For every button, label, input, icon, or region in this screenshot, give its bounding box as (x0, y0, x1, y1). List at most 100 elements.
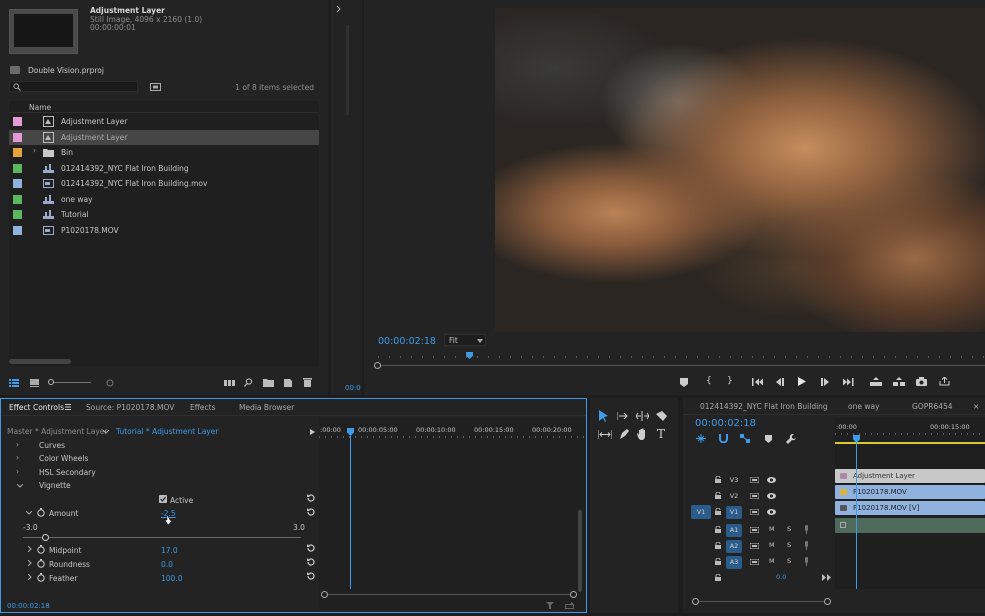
sync-lock-icon[interactable] (750, 509, 759, 515)
tab-effects[interactable]: Effects (190, 403, 216, 412)
list-view-icon[interactable] (9, 379, 19, 387)
play-icon[interactable] (798, 377, 806, 386)
stopwatch-icon[interactable] (37, 545, 45, 554)
lock-icon[interactable] (715, 508, 721, 515)
snap-icon[interactable] (719, 434, 728, 443)
label-color-swatch[interactable] (13, 179, 22, 188)
solo-button[interactable]: S (787, 541, 791, 549)
lock-icon[interactable] (715, 542, 721, 549)
amount-slider-track[interactable] (23, 537, 301, 538)
mark-out-icon[interactable]: } (727, 376, 733, 386)
lock-icon[interactable] (715, 526, 721, 533)
track-target-a3[interactable]: A3 (726, 556, 742, 569)
lock-icon[interactable] (715, 492, 721, 499)
timeline-ruler[interactable]: :00:00 00:00:15:00 (835, 423, 985, 435)
razor-icon[interactable] (656, 411, 667, 421)
stopwatch-icon[interactable] (37, 508, 45, 517)
audio-level[interactable]: 0.0 (776, 573, 786, 581)
sync-lock-icon[interactable] (750, 543, 759, 549)
nest-icon[interactable] (696, 434, 706, 443)
go-to-in-icon[interactable] (752, 378, 763, 386)
reset-icon[interactable] (306, 494, 315, 503)
track-target-v2[interactable]: V2 (726, 490, 742, 503)
label-color-swatch[interactable] (13, 117, 22, 126)
show-timeline-icon[interactable] (310, 429, 315, 435)
label-color-swatch[interactable] (13, 132, 22, 142)
mark-in-icon[interactable]: { (706, 376, 712, 386)
chevron-right-icon[interactable] (28, 546, 32, 552)
source-patch-v1[interactable]: V1 (691, 505, 711, 519)
microphone-icon[interactable] (804, 525, 809, 534)
track-target-a2[interactable]: A2 (726, 540, 742, 553)
tab-sequence-gopr[interactable]: GOPR6454 (912, 402, 953, 411)
project-item-row[interactable]: one way (9, 192, 319, 207)
lock-icon[interactable] (715, 476, 721, 483)
name-column-header[interactable]: Name (9, 101, 319, 113)
project-item-row[interactable]: › Bin (9, 145, 319, 160)
timeline-timecode[interactable]: 00:00:02:18 (695, 418, 756, 429)
search-input[interactable] (9, 81, 138, 92)
stopwatch-icon[interactable] (37, 559, 45, 568)
share-icon[interactable] (939, 377, 950, 386)
microphone-icon[interactable] (804, 541, 809, 550)
work-area-bar[interactable] (835, 442, 985, 444)
zoom-slider[interactable] (49, 382, 91, 383)
chevron-right-icon[interactable]: › (16, 440, 19, 449)
label-color-swatch[interactable] (13, 163, 22, 173)
project-item-row[interactable]: 012414392_NYC Flat Iron Building (9, 161, 319, 176)
new-search-bin-icon[interactable] (150, 82, 161, 91)
active-checkbox[interactable] (159, 495, 167, 503)
project-scrollbar[interactable] (9, 359, 71, 364)
program-timecode[interactable]: 00:00:02:18 (378, 336, 436, 347)
lock-icon[interactable] (715, 574, 721, 581)
label-color-swatch[interactable] (13, 225, 22, 235)
panel-menu-icon[interactable] (65, 404, 71, 410)
effect-timeline-scrollbar[interactable] (578, 510, 582, 592)
slip-icon[interactable] (598, 430, 612, 439)
tab-sequence-nyc[interactable]: 012414392_NYC Flat Iron Building (700, 402, 828, 411)
automate-to-sequence-icon[interactable] (224, 379, 235, 387)
export-icon[interactable] (565, 602, 574, 609)
label-color-swatch[interactable] (13, 194, 22, 204)
pen-icon[interactable] (619, 429, 629, 440)
panel-expand-chevron-icon[interactable] (336, 5, 342, 13)
track-target-v3[interactable]: V3 (726, 474, 742, 487)
icon-view-icon[interactable] (30, 379, 39, 387)
extract-icon[interactable] (893, 377, 905, 386)
chevron-down-icon[interactable] (26, 511, 32, 515)
chevron-right-icon[interactable]: › (16, 453, 19, 462)
zoom-bar-handle[interactable] (824, 598, 831, 605)
mute-button[interactable]: M (769, 541, 775, 549)
zoom-slider-handle[interactable] (48, 379, 54, 385)
selection-tool[interactable] (596, 409, 611, 423)
close-icon[interactable]: × (973, 402, 979, 411)
amount-slider-handle[interactable] (42, 534, 50, 541)
roundness-value[interactable]: 0.0 (161, 560, 173, 569)
mute-button[interactable]: M (769, 525, 775, 533)
mute-button[interactable]: M (769, 557, 775, 565)
eye-icon[interactable] (767, 493, 776, 499)
chevron-right-icon[interactable] (28, 560, 32, 566)
tab-effect-controls[interactable]: Effect Controls (9, 403, 64, 412)
tab-sequence-one-way[interactable]: one way (848, 402, 880, 411)
solo-button[interactable]: S (787, 525, 791, 533)
label-color-swatch[interactable] (13, 210, 22, 219)
project-item-row[interactable]: Adjustment Layer (9, 114, 319, 129)
clip-v2[interactable]: P1020178.MOV (835, 485, 985, 499)
stopwatch-icon[interactable] (37, 573, 45, 582)
linked-selection-icon[interactable] (740, 434, 750, 443)
reset-icon[interactable] (306, 544, 315, 553)
sync-lock-icon[interactable] (750, 527, 759, 533)
new-item-icon[interactable] (283, 378, 293, 387)
track-target-a1[interactable]: A1 (726, 524, 742, 537)
hand-icon[interactable] (637, 428, 648, 440)
feather-value[interactable]: 100.0 (161, 574, 182, 583)
project-item-row[interactable]: P1020178.MOV (9, 223, 319, 238)
chevron-down-icon[interactable] (17, 484, 23, 488)
export-frame-icon[interactable] (916, 377, 927, 386)
go-to-end-icon[interactable] (822, 574, 831, 581)
project-item-row[interactable]: Adjustment Layer (9, 129, 319, 145)
sync-lock-icon[interactable] (750, 477, 759, 483)
step-forward-icon[interactable] (821, 378, 830, 386)
solo-button[interactable]: S (787, 557, 791, 565)
